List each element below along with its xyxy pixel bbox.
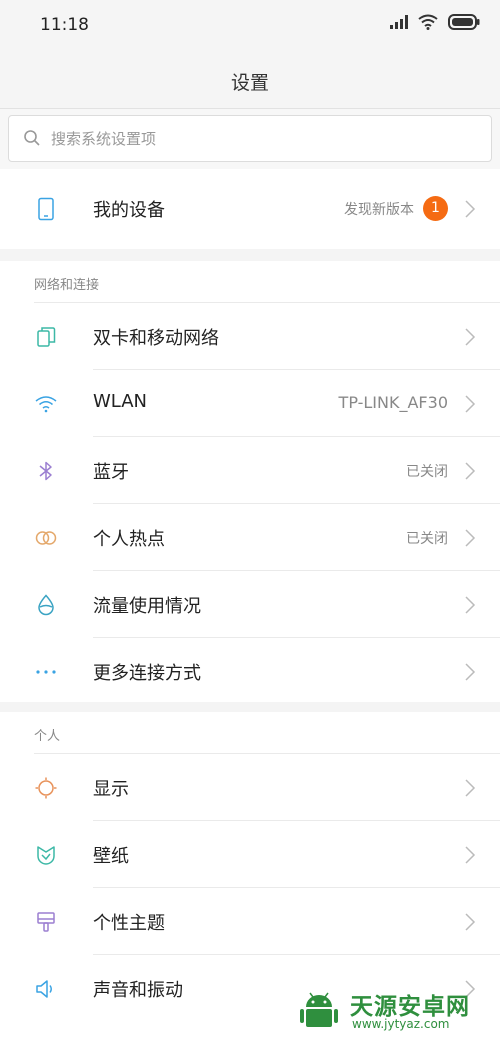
chevron-right-icon <box>465 328 476 346</box>
row-bluetooth[interactable]: 蓝牙 已关闭 <box>0 437 500 504</box>
row-label: 声音和振动 <box>93 980 183 1001</box>
network-section-title: 网络和连接 <box>34 278 100 293</box>
chevron-right-icon <box>465 200 476 218</box>
status-icons <box>390 14 480 30</box>
row-theme[interactable]: 个性主题 <box>0 888 500 955</box>
update-badge: 1 <box>423 196 448 221</box>
search-box[interactable] <box>8 115 492 162</box>
row-label: 显示 <box>93 779 129 800</box>
watermark-name: 天源安卓网 <box>350 994 470 1020</box>
data-usage-icon <box>38 594 54 616</box>
row-label: 个人热点 <box>93 529 165 550</box>
wlan-network-name: TP-LINK_AF30 <box>338 393 448 412</box>
status-bar: 11:18 <box>0 0 500 52</box>
row-more-connections[interactable]: 更多连接方式 <box>0 638 500 705</box>
wifi-icon <box>35 396 57 413</box>
row-wlan[interactable]: WLAN TP-LINK_AF30 <box>0 370 500 437</box>
battery-icon <box>448 14 480 30</box>
watermark: 天源安卓网 www.jytyaz.com <box>292 985 492 1037</box>
row-hotspot[interactable]: 个人热点 已关闭 <box>0 504 500 571</box>
network-section-header: 网络和连接 <box>0 261 500 303</box>
signal-icon <box>390 15 408 29</box>
chevron-right-icon <box>465 779 476 797</box>
row-display[interactable]: 显示 <box>0 754 500 821</box>
search-input[interactable] <box>51 116 471 161</box>
row-label: 个性主题 <box>93 913 165 934</box>
row-dual-sim[interactable]: 双卡和移动网络 <box>0 303 500 370</box>
chevron-right-icon <box>465 846 476 864</box>
row-label: 蓝牙 <box>93 462 129 483</box>
personal-section-title: 个人 <box>34 729 61 744</box>
status-time: 11:18 <box>40 15 89 35</box>
more-icon <box>36 670 56 674</box>
android-logo-icon <box>294 988 343 1036</box>
row-label: 更多连接方式 <box>93 663 201 684</box>
search-area <box>0 109 500 169</box>
chevron-right-icon <box>465 529 476 547</box>
row-label: 流量使用情况 <box>93 596 201 617</box>
chevron-right-icon <box>465 663 476 681</box>
dual-sim-icon <box>37 327 56 347</box>
watermark-url: www.jytyaz.com <box>352 1017 450 1031</box>
bluetooth-status: 已关闭 <box>406 464 448 480</box>
row-label: 壁纸 <box>93 846 129 867</box>
bluetooth-icon <box>39 461 52 481</box>
chevron-right-icon <box>465 395 476 413</box>
new-version-text: 发现新版本 <box>344 202 414 218</box>
chevron-right-icon <box>465 462 476 480</box>
display-icon <box>35 777 57 799</box>
wallpaper-icon <box>37 846 55 865</box>
search-icon <box>24 130 40 146</box>
row-wallpaper[interactable]: 壁纸 <box>0 821 500 888</box>
my-device-card: 我的设备 发现新版本 1 <box>0 169 500 249</box>
personal-section-header: 个人 <box>0 712 500 754</box>
phone-device-icon <box>38 197 54 221</box>
hotspot-icon <box>35 531 57 545</box>
row-label: WLAN <box>93 391 148 412</box>
hotspot-status: 已关闭 <box>406 531 448 547</box>
theme-icon <box>37 912 55 932</box>
chevron-right-icon <box>465 596 476 614</box>
sound-icon <box>36 980 52 998</box>
network-section: 网络和连接 双卡和移动网络 WLAN TP-LINK_AF30 蓝牙 已关闭 个… <box>0 261 500 702</box>
chevron-right-icon <box>465 913 476 931</box>
page-title: 设置 <box>230 72 269 94</box>
row-data-usage[interactable]: 流量使用情况 <box>0 571 500 638</box>
my-device-label: 我的设备 <box>93 200 165 221</box>
title-bar: 设置 <box>0 52 500 109</box>
row-label: 双卡和移动网络 <box>93 328 219 349</box>
wifi-status-icon <box>418 14 438 30</box>
my-device-row[interactable]: 我的设备 发现新版本 1 <box>0 175 500 242</box>
